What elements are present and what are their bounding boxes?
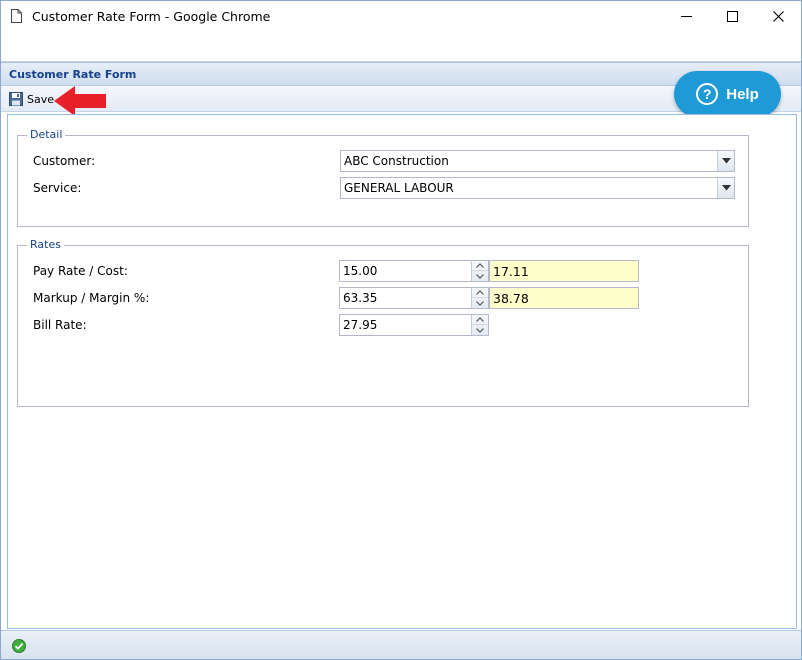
close-button[interactable]: [755, 1, 801, 32]
spin-up-button[interactable]: [472, 261, 488, 271]
chevron-down-icon: [476, 327, 484, 333]
chevron-up-icon: [476, 263, 484, 268]
status-bar: [1, 630, 801, 659]
pay-rate-calculated: 17.11: [489, 260, 639, 282]
bill-rate-field[interactable]: 27.95: [339, 314, 489, 336]
help-button[interactable]: ? Help: [674, 71, 781, 117]
bill-rate-spinner: [471, 315, 488, 335]
spin-up-button[interactable]: [472, 288, 488, 298]
maximize-button[interactable]: [709, 1, 755, 32]
title-bar: Customer Rate Form - Google Chrome: [1, 1, 801, 32]
form-body: Detail Customer: ABC Construction Servic…: [7, 114, 797, 629]
spin-down-button[interactable]: [472, 271, 488, 281]
service-value: GENERAL LABOUR: [344, 181, 454, 195]
pay-rate-field[interactable]: 15.00: [339, 260, 489, 282]
browser-address-area: [1, 32, 801, 62]
markup-value: 63.35: [343, 291, 378, 305]
customer-combo[interactable]: ABC Construction: [340, 150, 735, 172]
rates-fieldset: Rates Pay Rate / Cost: 15.00 17.11 Marku…: [17, 238, 749, 407]
customer-dropdown-trigger[interactable]: [717, 151, 734, 171]
chevron-up-icon: [476, 317, 484, 322]
detail-legend: Detail: [27, 128, 66, 141]
document-icon: [11, 9, 22, 23]
window-title: Customer Rate Form - Google Chrome: [32, 9, 271, 24]
rates-legend: Rates: [27, 238, 64, 251]
markup-spinner: [471, 288, 488, 308]
customer-value: ABC Construction: [344, 154, 449, 168]
chevron-down-icon: [476, 273, 484, 279]
browser-window: Customer Rate Form - Google Chrome Custo…: [0, 0, 802, 660]
minimize-icon: [680, 16, 692, 17]
save-label: Save: [27, 92, 55, 106]
service-dropdown-trigger[interactable]: [717, 178, 734, 198]
bill-rate-label: Bill Rate:: [33, 318, 87, 332]
service-combo[interactable]: GENERAL LABOUR: [340, 177, 735, 199]
save-button[interactable]: Save: [9, 91, 54, 107]
markup-label: Markup / Margin %:: [33, 291, 150, 305]
help-label: Help: [726, 85, 759, 103]
pay-rate-value: 15.00: [343, 264, 378, 278]
chevron-down-icon: [476, 300, 484, 306]
close-icon: [772, 11, 784, 22]
pay-rate-label: Pay Rate / Cost:: [33, 264, 128, 278]
bill-rate-value: 27.95: [343, 318, 378, 332]
pay-rate-calc-value: 17.11: [493, 264, 529, 279]
chevron-down-icon: [721, 185, 731, 191]
chevron-down-icon: [721, 158, 731, 164]
save-icon: [9, 92, 23, 106]
spin-down-button[interactable]: [472, 325, 488, 335]
markup-calculated: 38.78: [489, 287, 639, 309]
markup-field[interactable]: 63.35: [339, 287, 489, 309]
minimize-button[interactable]: [663, 1, 709, 32]
spin-down-button[interactable]: [472, 298, 488, 308]
pay-rate-spinner: [471, 261, 488, 281]
check-circle-icon: [12, 639, 26, 653]
customer-label: Customer:: [33, 154, 96, 168]
markup-calc-value: 38.78: [493, 291, 529, 306]
spin-up-button[interactable]: [472, 315, 488, 325]
maximize-icon: [726, 11, 738, 22]
form-title: Customer Rate Form: [9, 68, 137, 81]
chevron-up-icon: [476, 290, 484, 295]
service-label: Service:: [33, 181, 82, 195]
question-icon: ?: [696, 83, 719, 105]
detail-fieldset: Detail Customer: ABC Construction Servic…: [17, 128, 749, 227]
